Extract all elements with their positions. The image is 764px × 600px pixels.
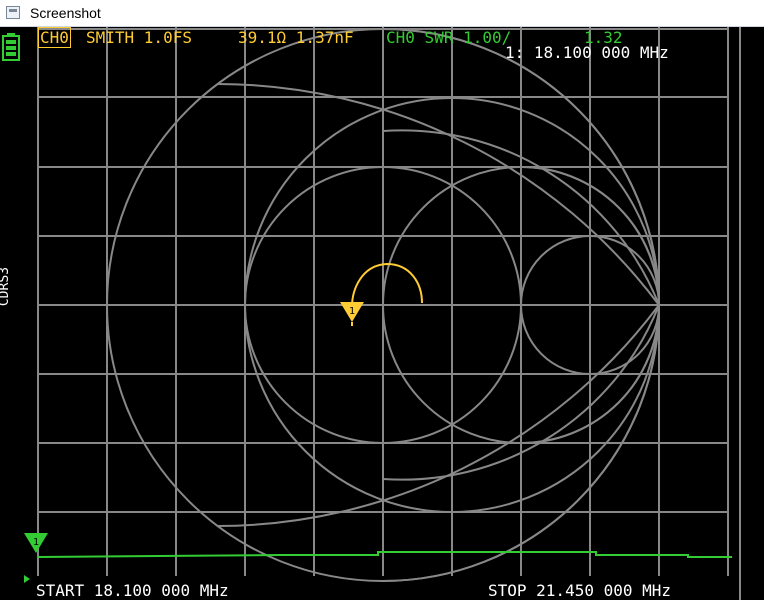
side-status-label: CDRS3 bbox=[0, 267, 12, 307]
window-titlebar[interactable]: Screenshot bbox=[0, 0, 764, 27]
marker-number: 1 bbox=[33, 537, 39, 548]
reference-level-icon bbox=[24, 575, 30, 583]
battery-icon bbox=[2, 33, 20, 61]
sweep-start[interactable]: START 18.100 000 MHz bbox=[36, 583, 229, 599]
marker-number: 1 bbox=[349, 306, 355, 317]
trace-ch0-format: SMITH 1.0FS bbox=[86, 28, 192, 47]
sweep-stop[interactable]: STOP 21.450 000 MHz bbox=[488, 583, 671, 599]
trace-ch1 bbox=[37, 551, 732, 558]
marker-readout: 1: 18.100 000 MHz bbox=[505, 43, 669, 62]
smith-chart: 1 1 bbox=[24, 27, 741, 600]
window-app-icon bbox=[6, 6, 20, 19]
nanovna-screen: 1 1 CDRS3 CH0 SMITH 1.0FS 39.1Ω 1.37nF C… bbox=[0, 27, 764, 600]
trace-ch0-channel[interactable]: CH0 bbox=[38, 27, 71, 48]
window-title: Screenshot bbox=[30, 5, 101, 21]
trace-ch0-value: 39.1Ω 1.37nF bbox=[238, 28, 354, 47]
trace-ch1-label: CH0 SWR 1.00/ bbox=[386, 28, 512, 47]
